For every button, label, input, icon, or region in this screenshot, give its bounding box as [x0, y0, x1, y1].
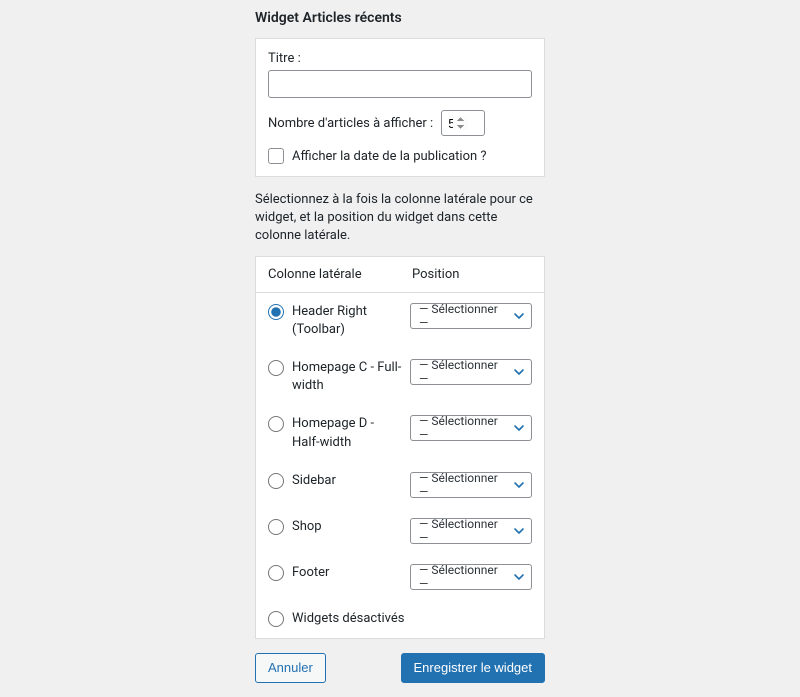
position-select-wrap: — Sélectionner —	[410, 518, 532, 544]
panel-heading: Widget Articles récents	[255, 10, 545, 26]
position-select-wrap: — Sélectionner —	[410, 359, 532, 385]
position-select-value: — Sélectionner —	[419, 471, 509, 499]
sidebar-radio[interactable]	[268, 416, 284, 432]
position-select-value: — Sélectionner —	[419, 517, 509, 545]
position-select[interactable]: — Sélectionner —	[410, 518, 532, 544]
sidebar-radio[interactable]	[268, 360, 284, 376]
position-select-value: — Sélectionner —	[419, 563, 509, 591]
cancel-button[interactable]: Annuler	[255, 653, 326, 683]
sidebar-radio[interactable]	[268, 473, 284, 489]
help-text: Sélectionnez à la fois la colonne latéra…	[255, 191, 545, 246]
title-input[interactable]	[268, 70, 532, 98]
position-select-wrap: — Sélectionner —	[410, 415, 532, 441]
count-label: Nombre d'articles à afficher :	[268, 116, 433, 131]
actions-bar: Annuler Enregistrer le widget	[255, 653, 545, 697]
widget-form: Titre : Nombre d'articles à afficher : A…	[255, 38, 545, 177]
widget-add-panel: Widget Articles récents Titre : Nombre d…	[255, 10, 545, 602]
sidebar-label: Homepage D - Half-width	[292, 415, 402, 451]
sidebar-row: Homepage D - Half-width — Sélectionner —	[256, 405, 544, 461]
sidebar-radio[interactable]	[268, 519, 284, 535]
title-label: Titre :	[268, 51, 532, 66]
position-select-wrap: — Sélectionner —	[410, 303, 532, 329]
position-select[interactable]: — Sélectionner —	[410, 472, 532, 498]
chevron-down-icon	[513, 525, 525, 537]
sidebar-radio[interactable]	[268, 304, 284, 320]
position-select-wrap: — Sélectionner —	[410, 472, 532, 498]
position-select[interactable]: — Sélectionner —	[410, 564, 532, 590]
position-select-value: — Sélectionner —	[419, 302, 509, 330]
sidebars-table-header: Colonne latérale Position	[256, 257, 544, 293]
chevron-down-icon	[513, 422, 525, 434]
chevron-down-icon	[513, 571, 525, 583]
sidebar-label: Shop	[292, 518, 402, 536]
col-header-position: Position	[412, 267, 532, 282]
show-date-checkbox[interactable]	[268, 148, 284, 164]
col-header-sidebar: Colonne latérale	[268, 267, 412, 282]
sidebar-label: Header Right (Toolbar)	[292, 303, 402, 339]
count-input[interactable]	[441, 110, 485, 136]
sidebar-label: Footer	[292, 564, 402, 582]
position-select-value: — Sélectionner —	[419, 358, 509, 386]
sidebar-row: Widgets désactivés	[256, 600, 544, 638]
chevron-down-icon	[513, 310, 525, 322]
sidebar-row: Shop — Sélectionner —	[256, 508, 544, 554]
chevron-down-icon	[513, 366, 525, 378]
sidebar-label: Homepage C - Full-width	[292, 359, 402, 395]
sidebar-row: Footer — Sélectionner —	[256, 554, 544, 600]
position-select[interactable]: — Sélectionner —	[410, 415, 532, 441]
chevron-down-icon	[513, 479, 525, 491]
position-select-value: — Sélectionner —	[419, 414, 509, 442]
position-select[interactable]: — Sélectionner —	[410, 359, 532, 385]
sidebar-row: Header Right (Toolbar) — Sélectionner —	[256, 293, 544, 349]
sidebar-row: Sidebar — Sélectionner —	[256, 462, 544, 508]
sidebars-table: Colonne latérale Position Header Right (…	[255, 256, 545, 639]
sidebar-radio[interactable]	[268, 611, 284, 627]
position-select-wrap: — Sélectionner —	[410, 564, 532, 590]
sidebar-row: Homepage C - Full-width — Sélectionner —	[256, 349, 544, 405]
submit-button[interactable]: Enregistrer le widget	[401, 653, 546, 683]
position-select[interactable]: — Sélectionner —	[410, 303, 532, 329]
sidebar-radio[interactable]	[268, 565, 284, 581]
sidebar-label: Sidebar	[292, 472, 402, 490]
sidebar-label: Widgets désactivés	[292, 610, 532, 628]
show-date-label: Afficher la date de la publication ?	[292, 149, 487, 164]
